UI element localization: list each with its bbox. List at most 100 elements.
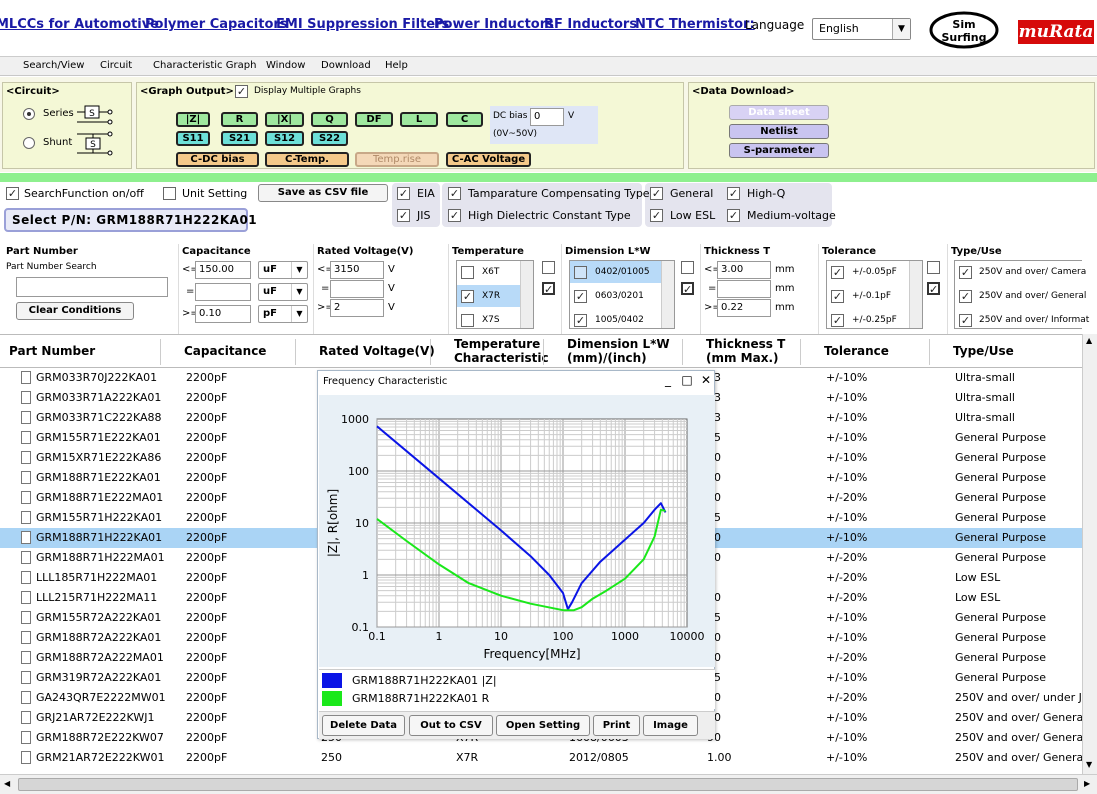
- temperature-list[interactable]: X6T ✓X7R X7S: [456, 260, 534, 329]
- col-part-number[interactable]: Part Number: [9, 344, 95, 358]
- menu-window[interactable]: Window: [266, 60, 305, 71]
- list-item[interactable]: ✓250V and over/ Camera: [955, 261, 1082, 283]
- data-sheet-button[interactable]: Data sheet: [729, 105, 829, 120]
- col-type-use[interactable]: Type/Use: [953, 344, 1014, 358]
- volt-max-input[interactable]: 3150: [330, 261, 384, 279]
- cap-max-unit-select[interactable]: uF▼: [258, 261, 308, 279]
- general-checkbox[interactable]: ✓: [650, 187, 663, 200]
- low-esl-checkbox[interactable]: ✓: [650, 209, 663, 222]
- graph-temp-rise-button[interactable]: Temp.rise: [355, 152, 439, 167]
- list-item[interactable]: ✓1005/0402: [570, 309, 674, 331]
- nav-link-polymer-capacitors[interactable]: Polymer Capacitors: [145, 17, 288, 32]
- vertical-scrollbar[interactable]: ▲ ▼: [1082, 334, 1097, 774]
- dimension-list[interactable]: 0402/01005 ✓0603/0201 ✓1005/0402: [569, 260, 675, 329]
- tolerance-all-checkbox[interactable]: [927, 261, 940, 274]
- image-button[interactable]: Image: [643, 715, 698, 736]
- list-item[interactable]: ✓250V and over/ Informat: [955, 309, 1082, 331]
- close-icon[interactable]: ✕: [699, 373, 713, 387]
- list-item[interactable]: ✓+/-0.25pF: [827, 309, 922, 331]
- scrollbar[interactable]: [520, 261, 533, 328]
- list-item[interactable]: ✓+/-0.1pF: [827, 285, 922, 307]
- high-dielectric-checkbox[interactable]: ✓: [448, 209, 461, 222]
- open-setting-button[interactable]: Open Setting: [496, 715, 590, 736]
- temp-comp-checkbox[interactable]: ✓: [448, 187, 461, 200]
- col-thickness[interactable]: Thickness T (mm Max.): [706, 337, 785, 365]
- scroll-left-icon[interactable]: ◀: [4, 779, 10, 788]
- search-function-checkbox[interactable]: ✓: [6, 187, 19, 200]
- netlist-button[interactable]: Netlist: [729, 124, 829, 139]
- cap-eq-unit-select[interactable]: uF▼: [258, 283, 308, 301]
- graph-s21-button[interactable]: S21: [221, 131, 258, 146]
- nav-link-mlccs-automotive[interactable]: MLCCs for Automotive: [0, 17, 159, 32]
- graph-s11-button[interactable]: S11: [176, 131, 210, 146]
- jis-checkbox[interactable]: ✓: [397, 209, 410, 222]
- shunt-radio[interactable]: [23, 137, 35, 149]
- tolerance-selected-checkbox[interactable]: ✓: [927, 282, 940, 295]
- graph-q-button[interactable]: Q: [311, 112, 348, 127]
- cap-min-input[interactable]: 0.10: [195, 305, 251, 323]
- series-radio[interactable]: [23, 108, 35, 120]
- graph-c-button[interactable]: C: [446, 112, 483, 127]
- high-q-checkbox[interactable]: ✓: [727, 187, 740, 200]
- nav-link-ntc-thermistor[interactable]: NTC Thermistor:: [635, 17, 755, 32]
- temperature-selected-checkbox[interactable]: ✓: [542, 282, 555, 295]
- tolerance-list[interactable]: ✓+/-0.05pF ✓+/-0.1pF ✓+/-0.25pF: [826, 260, 923, 329]
- maximize-icon[interactable]: □: [680, 373, 694, 387]
- col-capacitance[interactable]: Capacitance: [184, 344, 266, 358]
- graph-r-button[interactable]: R: [221, 112, 258, 127]
- language-select[interactable]: English ▼: [812, 18, 911, 40]
- print-button[interactable]: Print: [593, 715, 640, 736]
- scroll-up-icon[interactable]: ▲: [1086, 336, 1092, 345]
- col-temperature-characteristic[interactable]: Temperature Characteristic: [454, 337, 549, 365]
- col-dimension[interactable]: Dimension L*W (mm)/(inch): [567, 337, 670, 365]
- minimize-icon[interactable]: _: [661, 373, 675, 387]
- save-csv-button[interactable]: Save as CSV file: [258, 184, 388, 202]
- cap-eq-input[interactable]: [195, 283, 251, 301]
- list-item[interactable]: ✓+/-0.05pF: [827, 261, 922, 283]
- dimension-selected-checkbox[interactable]: ✓: [681, 282, 694, 295]
- temperature-all-checkbox[interactable]: [542, 261, 555, 274]
- graph-s22-button[interactable]: S22: [311, 131, 348, 146]
- menu-circuit[interactable]: Circuit: [100, 60, 132, 71]
- graph-z-button[interactable]: |Z|: [176, 112, 210, 127]
- list-item[interactable]: 0402/01005: [570, 261, 674, 283]
- graph-c-dc-bias-button[interactable]: C-DC bias: [176, 152, 259, 167]
- graph-df-button[interactable]: DF: [355, 112, 393, 127]
- scrollbar[interactable]: [909, 261, 922, 328]
- display-multiple-checkbox[interactable]: ✓: [235, 85, 248, 98]
- nav-link-rf-inductors[interactable]: RF Inductors: [544, 17, 637, 32]
- nav-link-power-inductors[interactable]: Power Inductors: [434, 17, 554, 32]
- eia-checkbox[interactable]: ✓: [397, 187, 410, 200]
- col-rated-voltage[interactable]: Rated Voltage(V): [319, 344, 435, 358]
- nav-link-emi-filters[interactable]: EMI Suppression Filters: [276, 17, 449, 32]
- type-use-list[interactable]: ✓250V and over/ Camera ✓250V and over/ G…: [954, 260, 1082, 329]
- medium-voltage-checkbox[interactable]: ✓: [727, 209, 740, 222]
- menu-search-view[interactable]: Search/View: [23, 60, 84, 71]
- horizontal-scrollbar[interactable]: ◀ ▶: [0, 774, 1097, 794]
- list-item[interactable]: ✓0603/0201: [570, 285, 674, 307]
- pn-search-input[interactable]: [16, 277, 168, 297]
- graph-l-button[interactable]: L: [400, 112, 438, 127]
- scroll-right-icon[interactable]: ▶: [1084, 779, 1090, 788]
- volt-eq-input[interactable]: [330, 280, 384, 298]
- scroll-down-icon[interactable]: ▼: [1086, 760, 1092, 769]
- cap-min-unit-select[interactable]: pF▼: [258, 305, 308, 323]
- delete-data-button[interactable]: Delete Data: [322, 715, 405, 736]
- graph-c-ac-voltage-button[interactable]: C-AC Voltage: [446, 152, 531, 167]
- list-item[interactable]: ✓250V and over/ General: [955, 285, 1082, 307]
- table-row[interactable]: GRM21AR72E222KW012200pF250X7R2012/08051.…: [0, 748, 1082, 768]
- dimension-all-checkbox[interactable]: [681, 261, 694, 274]
- thick-min-input[interactable]: 0.22: [717, 299, 771, 317]
- scrollbar[interactable]: [661, 261, 674, 328]
- menu-characteristic-graph[interactable]: Characteristic Graph: [153, 60, 256, 71]
- clear-conditions-button[interactable]: Clear Conditions: [16, 302, 134, 320]
- cap-max-input[interactable]: 150.00: [195, 261, 251, 279]
- menu-download[interactable]: Download: [321, 60, 371, 71]
- thick-eq-input[interactable]: [717, 280, 771, 298]
- graph-c-temp-button[interactable]: C-Temp.: [265, 152, 349, 167]
- scroll-thumb[interactable]: [18, 778, 1078, 791]
- col-tolerance[interactable]: Tolerance: [824, 344, 889, 358]
- dc-bias-input[interactable]: 0: [530, 108, 564, 126]
- thick-max-input[interactable]: 3.00: [717, 261, 771, 279]
- graph-x-button[interactable]: |X|: [265, 112, 304, 127]
